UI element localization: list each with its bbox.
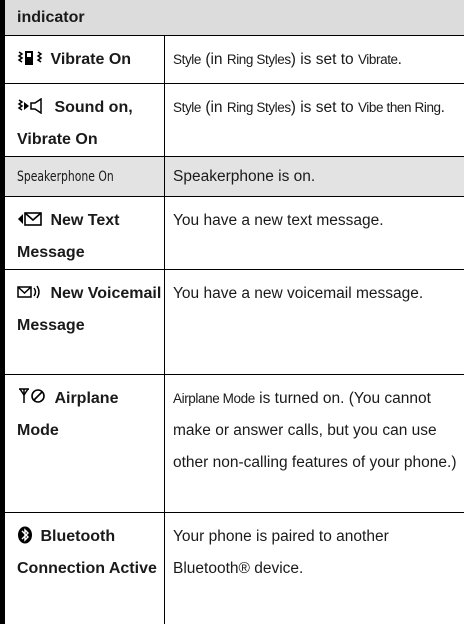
table-row: New Text Message You have a new text mes… [0, 196, 464, 269]
description-text: Your phone is paired to another Bluetoot… [173, 528, 389, 577]
ui-term: Vibe then Ring [357, 100, 441, 115]
description-cell: You have a new voicemail message. [165, 270, 464, 310]
description-cell: Style (in Ring Styles) is set to Vibe th… [165, 84, 464, 124]
sound-vibrate-icon [17, 97, 50, 116]
ui-term: Airplane Mode [173, 391, 255, 406]
description-text: (in [201, 99, 227, 116]
indicator-cell: New Text Message [5, 197, 165, 269]
description-text: ) is set to [290, 99, 358, 116]
new-voicemail-icon [17, 285, 46, 302]
description-text: . [440, 99, 445, 116]
indicator-title: Vibrate On [50, 51, 132, 68]
indicator-cell: Speakerphone On [5, 157, 165, 196]
indicator-cell: Bluetooth Connection Active [5, 513, 165, 624]
description-cell: You have a new text message. [165, 197, 464, 237]
description-text: You have a new voicemail message. [173, 285, 424, 302]
ui-term: Style [173, 100, 202, 115]
vibrate-icon [17, 51, 46, 68]
description-text: Speakerphone is on. [173, 168, 316, 185]
table-row: Speakerphone On Speakerphone is on. [0, 156, 464, 196]
table-row: Vibrate On Style (in Ring Styles) is set… [0, 36, 464, 83]
ui-term: Vibrate [357, 52, 398, 67]
table-row: Airplane Mode Airplane Mode is turned on… [0, 374, 464, 512]
description-text: . [397, 51, 402, 68]
bluetooth-icon [17, 526, 36, 545]
header-label: indicator [17, 9, 85, 26]
new-text-message-icon [17, 212, 46, 229]
indicator-cell: Airplane Mode [5, 375, 165, 512]
indicator-table: indicator Vibrate On Style (in Ring Styl… [0, 0, 464, 624]
indicator-cell: Vibrate On [5, 36, 165, 83]
description-cell: Airplane Mode is turned on. (You cannot … [165, 375, 464, 479]
indicator-cell: New Voicemail Message [5, 270, 165, 374]
description-text: You have a new text message. [173, 212, 384, 229]
table-header: indicator [0, 0, 464, 36]
airplane-mode-icon [17, 388, 50, 407]
description-text: ) is set to [290, 51, 358, 68]
description-cell: Speakerphone is on. [165, 157, 464, 193]
table-row: New Voicemail Message You have a new voi… [0, 269, 464, 374]
indicator-title: Bluetooth Connection Active [17, 528, 157, 577]
description-text: (in [201, 51, 227, 68]
table-row: Bluetooth Connection Active Your phone i… [0, 512, 464, 624]
ui-term: Style [173, 52, 202, 67]
description-cell: Style (in Ring Styles) is set to Vibrate… [165, 36, 464, 76]
table-row: Sound on, Vibrate On Style (in Ring Styl… [0, 83, 464, 156]
ui-term: Ring Styles [226, 52, 291, 67]
indicator-title: Speakerphone On [17, 169, 114, 185]
indicator-cell: Sound on, Vibrate On [5, 84, 165, 156]
description-cell: Your phone is paired to another Bluetoot… [165, 513, 464, 585]
ui-term: Ring Styles [226, 100, 291, 115]
